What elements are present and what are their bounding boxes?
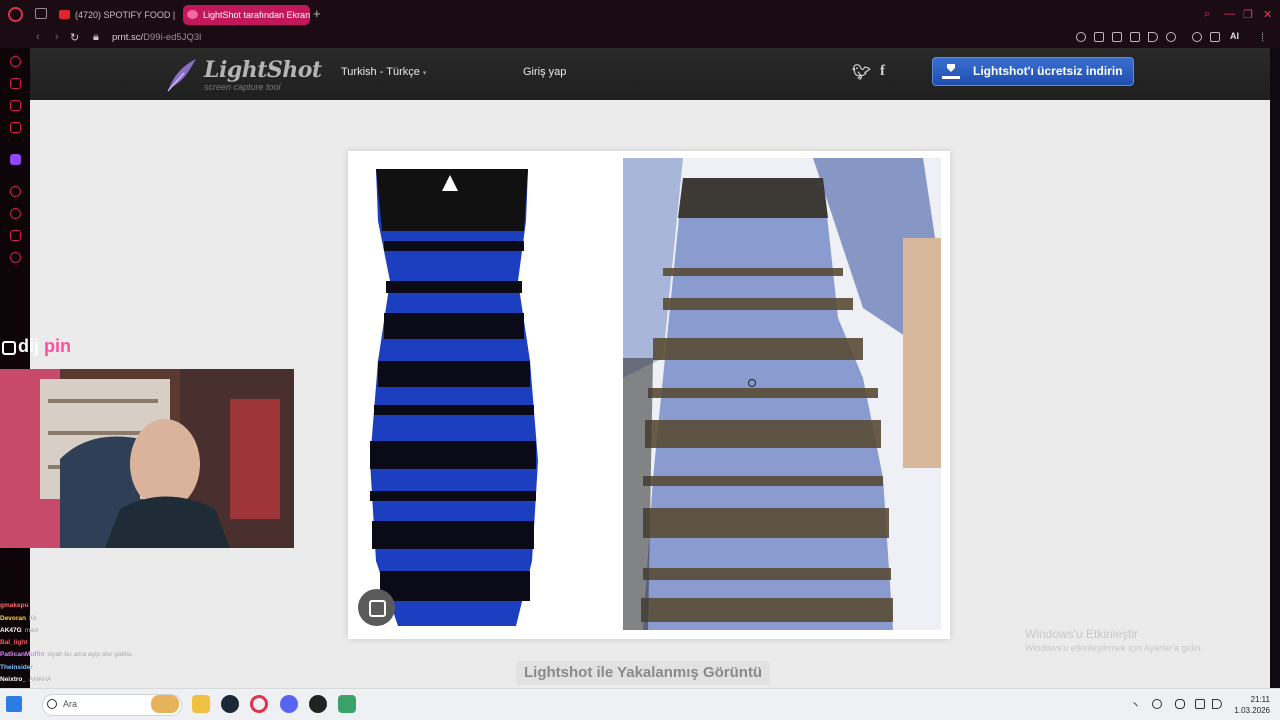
twitch-icon[interactable] <box>10 154 21 165</box>
microphone-icon[interactable] <box>1175 699 1185 709</box>
lock-icon: 🔒︎ <box>93 31 99 43</box>
chat-message: Bal_light <box>0 639 28 647</box>
adblock-icon[interactable] <box>1130 32 1140 42</box>
screenshot-image[interactable] <box>348 151 950 639</box>
streamer-webcam-image <box>0 369 294 548</box>
aria-ai-button[interactable]: AI <box>1230 31 1239 41</box>
image-caption: Lightshot ile Yakalanmış Görüntü <box>516 661 771 685</box>
webcam-overlay <box>0 369 294 548</box>
chat-message: Devoran Kk <box>0 614 37 622</box>
history-icon[interactable] <box>10 208 21 219</box>
chat-message: PatlicanMuffin siyah bu ama ayip olur gal… <box>0 651 132 659</box>
player-sidebar-icon[interactable] <box>10 186 21 197</box>
snapshot-icon[interactable] <box>1112 32 1122 42</box>
opera-taskbar-icon[interactable] <box>250 695 268 713</box>
back-icon[interactable]: ‹ <box>36 31 40 43</box>
zoom-icon[interactable] <box>1076 32 1086 42</box>
menu-icon[interactable] <box>1262 32 1272 42</box>
search-tabs-icon[interactable]: ⌕ <box>1204 8 1210 21</box>
youtube-icon <box>59 10 70 19</box>
language-select[interactable]: Turkish - Türkçe ▾ <box>341 66 426 78</box>
app-icon[interactable] <box>309 695 327 713</box>
new-tab-button[interactable]: + <box>313 6 321 21</box>
tab-label: (4720) SPOTIFY FOOD | M <box>75 10 177 20</box>
maximize-button[interactable]: ❐ <box>1243 8 1253 21</box>
pin-icon[interactable] <box>1094 32 1104 42</box>
lightshot-tagline: screen capture tool <box>204 82 281 92</box>
volume-icon[interactable] <box>1212 699 1222 709</box>
close-window-button[interactable]: ✕ <box>1263 8 1272 21</box>
lightshot-header: LightShot screen capture tool Turkish - … <box>30 48 1270 100</box>
visual-search-button[interactable] <box>358 589 395 626</box>
address-bar: ‹ › ↻ 🔒︎ prnt.sc/D99i-ed5JQ3l AI <box>0 29 1280 48</box>
app-icon-2[interactable] <box>338 695 356 713</box>
screen: (4720) SPOTIFY FOOD | M LightShot tarafı… <box>0 0 1280 720</box>
discord-icon[interactable] <box>280 695 298 713</box>
download-lightshot-button[interactable]: Lightshot'ı ücretsiz indirin <box>932 57 1134 86</box>
search-icon <box>47 699 57 709</box>
lightshot-brand: LightShot <box>204 57 322 83</box>
chevron-down-icon: ▾ <box>422 70 427 77</box>
settings-icon[interactable] <box>10 252 21 263</box>
twitter-icon[interactable]: 🐦︎ <box>852 63 871 81</box>
extensions-icon[interactable] <box>10 230 21 241</box>
chat-message: Theinsider <box>0 663 33 671</box>
chat-message: AK47G mavi <box>0 626 39 634</box>
chat-message: gmakepu <box>0 602 29 610</box>
news-icon[interactable] <box>10 122 21 133</box>
forward-icon[interactable]: › <box>55 31 59 43</box>
login-link[interactable]: Giriş yap <box>523 66 566 78</box>
facebook-icon[interactable]: f <box>880 63 885 80</box>
download-icon[interactable] <box>1210 32 1220 42</box>
profile-icon[interactable] <box>1192 32 1202 42</box>
opera-logo-icon[interactable] <box>8 7 23 22</box>
tab-lightshot[interactable]: LightShot tarafından Ekran <box>183 5 310 25</box>
messenger-icon[interactable] <box>10 100 21 111</box>
heart-icon[interactable] <box>1166 32 1176 42</box>
network-icon[interactable] <box>1195 699 1205 709</box>
tab-switcher-icon[interactable] <box>35 8 47 19</box>
stream-chat-overlay: gmakepu Devoran Kk AK47G mavi Bal_light Pa… <box>0 588 140 688</box>
dress-photo-left <box>370 169 538 626</box>
steam-icon[interactable] <box>221 695 239 713</box>
shopping-icon[interactable] <box>10 78 21 89</box>
start-button[interactable] <box>6 696 22 712</box>
file-explorer-icon[interactable] <box>192 695 210 713</box>
player-icon[interactable] <box>1148 32 1158 42</box>
url-field[interactable]: prnt.sc/D99i-ed5JQ3l <box>112 32 201 43</box>
aria-icon[interactable] <box>10 56 21 67</box>
tray-chevron-icon[interactable] <box>1129 701 1139 711</box>
tab-spotify-food[interactable]: (4720) SPOTIFY FOOD | M <box>55 5 177 25</box>
dress-photo-right <box>623 158 941 630</box>
chat-message <box>0 588 140 600</box>
brand-logo-icon <box>2 341 16 355</box>
lightshot-logo[interactable]: LightShot screen capture tool <box>164 55 322 95</box>
browser-tab-bar: (4720) SPOTIFY FOOD | M LightShot tarafı… <box>0 0 1280 29</box>
widgets-icon[interactable] <box>151 695 179 713</box>
taskbar-clock[interactable]: 21:11 1.03.2026 <box>1228 694 1270 716</box>
tray-app-icon[interactable] <box>1152 699 1162 709</box>
tab-label: LightShot tarafından Ekran <box>203 10 310 20</box>
lightshot-favicon-icon <box>187 10 198 19</box>
reload-icon[interactable]: ↻ <box>70 31 79 44</box>
windows-taskbar: Ara 21:11 1.03.2026 <box>0 688 1280 720</box>
minimize-button[interactable]: — <box>1224 8 1235 20</box>
zoom-cursor-icon <box>748 379 756 387</box>
feather-icon <box>167 59 196 92</box>
download-icon <box>942 64 960 79</box>
chat-message: Neixtro_ AHAHA <box>0 676 52 684</box>
windows-activation-watermark: Windows'u Etkinleştir Windows'u etkinleş… <box>1025 627 1203 653</box>
